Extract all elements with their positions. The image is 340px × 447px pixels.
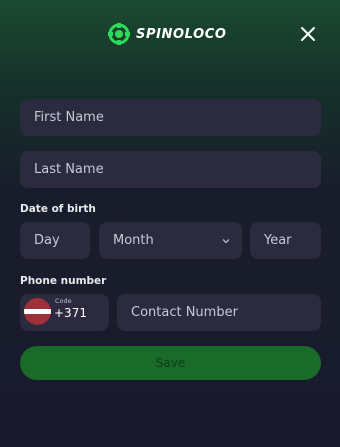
code-value: +371 (54, 306, 87, 320)
first-name-field[interactable]: First Name (20, 99, 321, 136)
brand-name: SPINOLOCO (136, 26, 227, 42)
contact-number-placeholder: Contact Number (131, 305, 238, 320)
month-placeholder: Month (113, 233, 154, 248)
last-name-placeholder: Last Name (34, 162, 104, 177)
year-placeholder: Year (264, 233, 292, 248)
day-select[interactable]: Day (20, 222, 90, 259)
save-button[interactable]: Save (20, 346, 321, 380)
dob-label: Date of birth (20, 203, 96, 215)
spinoloco-logo-icon (108, 23, 130, 45)
close-icon (301, 27, 315, 41)
year-select[interactable]: Year (250, 222, 321, 259)
first-name-placeholder: First Name (34, 110, 104, 125)
day-placeholder: Day (34, 233, 60, 248)
country-code-select[interactable]: Code +371 (20, 294, 109, 331)
code-label: Code (55, 297, 72, 305)
last-name-field[interactable]: Last Name (20, 151, 321, 188)
chevron-down-icon (222, 238, 230, 243)
modal-header: SPINOLOCO (0, 0, 340, 66)
latvia-flag-icon (24, 298, 51, 325)
save-label: Save (155, 356, 186, 370)
contact-number-input[interactable]: Contact Number (117, 294, 321, 331)
month-select[interactable]: Month (99, 222, 242, 259)
phone-label: Phone number (20, 275, 107, 287)
brand-logo: SPINOLOCO (108, 22, 227, 46)
close-button[interactable] (298, 24, 318, 44)
